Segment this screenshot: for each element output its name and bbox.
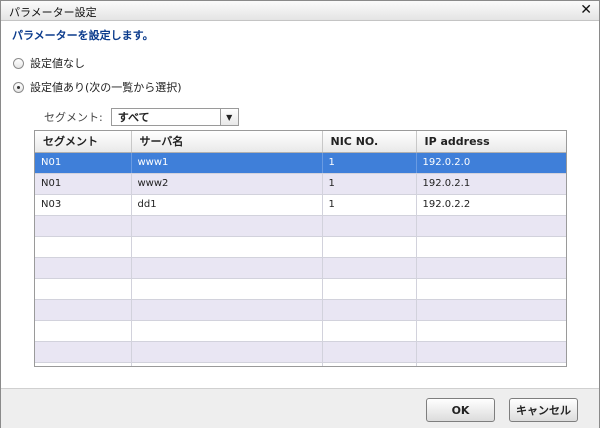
cell-server-name	[131, 257, 323, 279]
cell-server-name: dd1	[131, 194, 323, 216]
cell-nic-no	[322, 341, 417, 363]
cell-ip-address	[416, 299, 566, 321]
instruction-heading: パラメーターを設定します。	[12, 29, 154, 42]
cell-segment	[35, 299, 132, 321]
segment-select[interactable]: すべて ▼	[110, 108, 239, 126]
parameter-settings-dialog: パラメーター設定 ✕ パラメーターを設定します。 設定値なし 設定値あり(次の一…	[0, 0, 600, 428]
column-header-ip-address[interactable]: IP address	[416, 131, 566, 153]
option-no-value[interactable]: 設定値なし	[13, 55, 85, 71]
empty-table-row	[35, 362, 566, 366]
cell-nic-no: 1	[322, 152, 417, 174]
cell-server-name: www1	[131, 152, 323, 174]
segment-select-value: すべて	[117, 111, 150, 124]
cell-server-name	[131, 215, 323, 237]
cell-ip-address	[416, 341, 566, 363]
cell-ip-address	[416, 257, 566, 279]
column-header-segment[interactable]: セグメント	[35, 131, 132, 153]
cell-segment: N01	[35, 173, 132, 195]
chevron-down-icon[interactable]: ▼	[219, 109, 238, 125]
column-header-server-name[interactable]: サーバ名	[131, 131, 323, 153]
cell-ip-address	[416, 236, 566, 258]
table-row[interactable]: N03 dd1 1 192.0.2.2	[35, 194, 566, 216]
empty-table-row	[35, 278, 566, 300]
cell-ip-address: 192.0.2.0	[416, 152, 566, 174]
empty-table-row	[35, 341, 566, 363]
cell-nic-no	[322, 278, 417, 300]
option-with-value-label: 設定値あり(次の一覧から選択)	[30, 81, 182, 94]
cell-segment	[35, 257, 132, 279]
cell-server-name	[131, 362, 323, 366]
option-with-value[interactable]: 設定値あり(次の一覧から選択)	[13, 79, 182, 95]
cell-segment	[35, 320, 132, 342]
dialog-title: パラメーター設定	[9, 6, 97, 19]
cell-nic-no	[322, 215, 417, 237]
cell-segment	[35, 341, 132, 363]
cell-server-name: www2	[131, 173, 323, 195]
cell-segment	[35, 278, 132, 300]
table-row[interactable]: N01 www2 1 192.0.2.1	[35, 173, 566, 195]
empty-table-row	[35, 257, 566, 279]
cell-ip-address: 192.0.2.1	[416, 173, 566, 195]
cell-nic-no	[322, 257, 417, 279]
cell-server-name	[131, 320, 323, 342]
table-row[interactable]: N01 www1 1 192.0.2.0	[35, 152, 566, 174]
table-header-row: セグメント サーバ名 NIC NO. IP address	[35, 131, 566, 153]
empty-table-row	[35, 215, 566, 237]
empty-table-row	[35, 320, 566, 342]
cell-server-name	[131, 299, 323, 321]
cell-segment	[35, 215, 132, 237]
cell-ip-address	[416, 320, 566, 342]
cell-nic-no	[322, 299, 417, 321]
close-icon[interactable]: ✕	[580, 3, 592, 17]
cell-nic-no: 1	[322, 194, 417, 216]
cancel-button[interactable]: キャンセル	[509, 398, 578, 422]
cell-nic-no	[322, 362, 417, 366]
empty-table-row	[35, 236, 566, 258]
cell-ip-address: 192.0.2.2	[416, 194, 566, 216]
cell-ip-address	[416, 362, 566, 366]
ok-button[interactable]: OK	[426, 398, 495, 422]
cell-ip-address	[416, 278, 566, 300]
title-bar: パラメーター設定 ✕	[1, 1, 599, 21]
cell-segment: N03	[35, 194, 132, 216]
cell-nic-no: 1	[322, 173, 417, 195]
segment-filter: セグメント: すべて ▼	[44, 108, 239, 126]
cell-server-name	[131, 278, 323, 300]
cell-server-name	[131, 236, 323, 258]
empty-table-row	[35, 299, 566, 321]
option-no-value-label: 設定値なし	[30, 57, 85, 70]
cell-nic-no	[322, 320, 417, 342]
dialog-footer: OK キャンセル	[1, 388, 599, 428]
cell-server-name	[131, 341, 323, 363]
cell-segment: N01	[35, 152, 132, 174]
radio-no-value[interactable]	[13, 57, 24, 69]
segment-label: セグメント:	[44, 111, 103, 124]
server-table: セグメント サーバ名 NIC NO. IP address N01 www1 1 19…	[34, 130, 567, 367]
radio-with-value[interactable]	[13, 81, 24, 93]
cell-nic-no	[322, 236, 417, 258]
cell-segment	[35, 362, 132, 366]
column-header-nic-no[interactable]: NIC NO.	[322, 131, 417, 153]
cell-ip-address	[416, 215, 566, 237]
cell-segment	[35, 236, 132, 258]
